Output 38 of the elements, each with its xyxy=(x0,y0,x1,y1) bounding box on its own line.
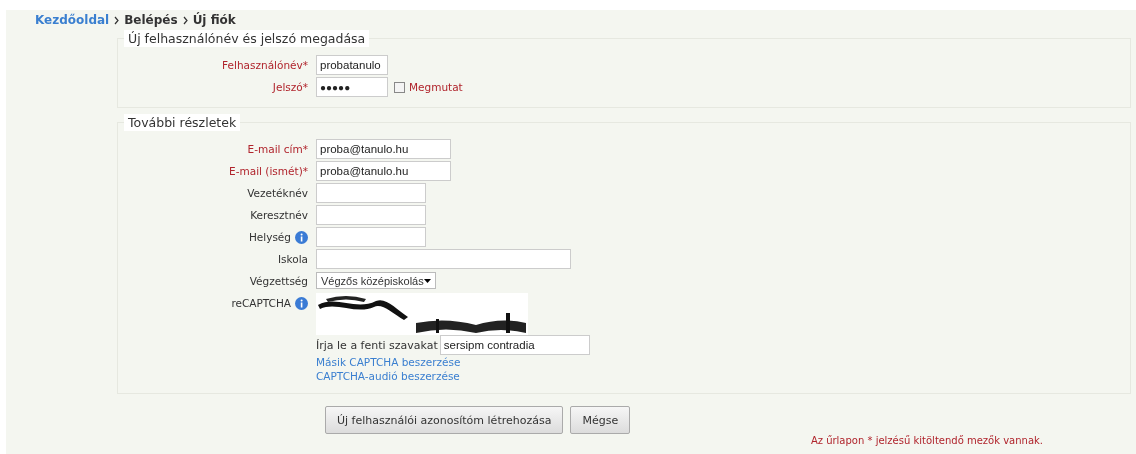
captcha-link[interactable]: Másik CAPTCHA beszerzése xyxy=(316,355,461,369)
input-field[interactable] xyxy=(316,183,426,203)
breadcrumb-item: Belépés xyxy=(124,13,178,27)
breadcrumb-separator-icon xyxy=(114,15,120,25)
input-field[interactable] xyxy=(316,205,426,225)
field-label: Jelszó* xyxy=(272,81,308,93)
field-label: Végzettség xyxy=(249,275,308,287)
section-legend: További részletek xyxy=(124,114,241,131)
info-icon[interactable] xyxy=(295,296,308,310)
caret-icon xyxy=(424,278,431,283)
captcha-link[interactable]: CAPTCHA-audió beszerzése xyxy=(316,369,460,383)
dropdown[interactable]: Végzős középiskolás xyxy=(316,272,436,289)
field-label: E-mail cím* xyxy=(247,143,308,155)
breadcrumb-item: Új fiók xyxy=(192,13,236,27)
field-label: Keresztnév xyxy=(250,209,308,221)
section-legend: Új felhasználónév és jelszó megadása xyxy=(124,30,370,47)
input-field[interactable]: proba@tanulo.hu xyxy=(316,139,451,159)
checkbox-label[interactable]: Megmutat xyxy=(409,81,463,93)
input-field[interactable]: ●●●●● xyxy=(316,77,388,97)
input-field[interactable]: proba@tanulo.hu xyxy=(316,161,451,181)
form-button[interactable]: Mégse xyxy=(570,406,631,434)
checkbox[interactable] xyxy=(394,81,405,93)
field-label: Iskola xyxy=(277,253,308,265)
breadcrumb-link[interactable]: Kezdőoldal xyxy=(35,13,110,27)
field-label: Vezetéknév xyxy=(247,187,308,199)
form-button[interactable]: Új felhasználói azonosítóm létrehozása xyxy=(325,406,564,434)
input-field[interactable] xyxy=(316,249,571,269)
input-field[interactable] xyxy=(316,227,426,247)
breadcrumb-separator-icon xyxy=(182,15,188,25)
required-note: Az űrlapon * jelzésű kitöltendő mezők vannak. xyxy=(810,435,1043,446)
field-label: reCAPTCHA xyxy=(231,297,291,309)
captcha-prompt: Írja le a fenti szavakat xyxy=(316,338,438,352)
input-field[interactable]: probatanulo xyxy=(316,55,388,75)
field-label: Felhasználónév* xyxy=(222,59,308,71)
field-label: Helység xyxy=(248,231,291,243)
field-label: E-mail (ismét)* xyxy=(229,165,308,177)
info-icon[interactable] xyxy=(295,230,308,244)
captcha-input[interactable]: sersipm contradia xyxy=(439,335,590,355)
